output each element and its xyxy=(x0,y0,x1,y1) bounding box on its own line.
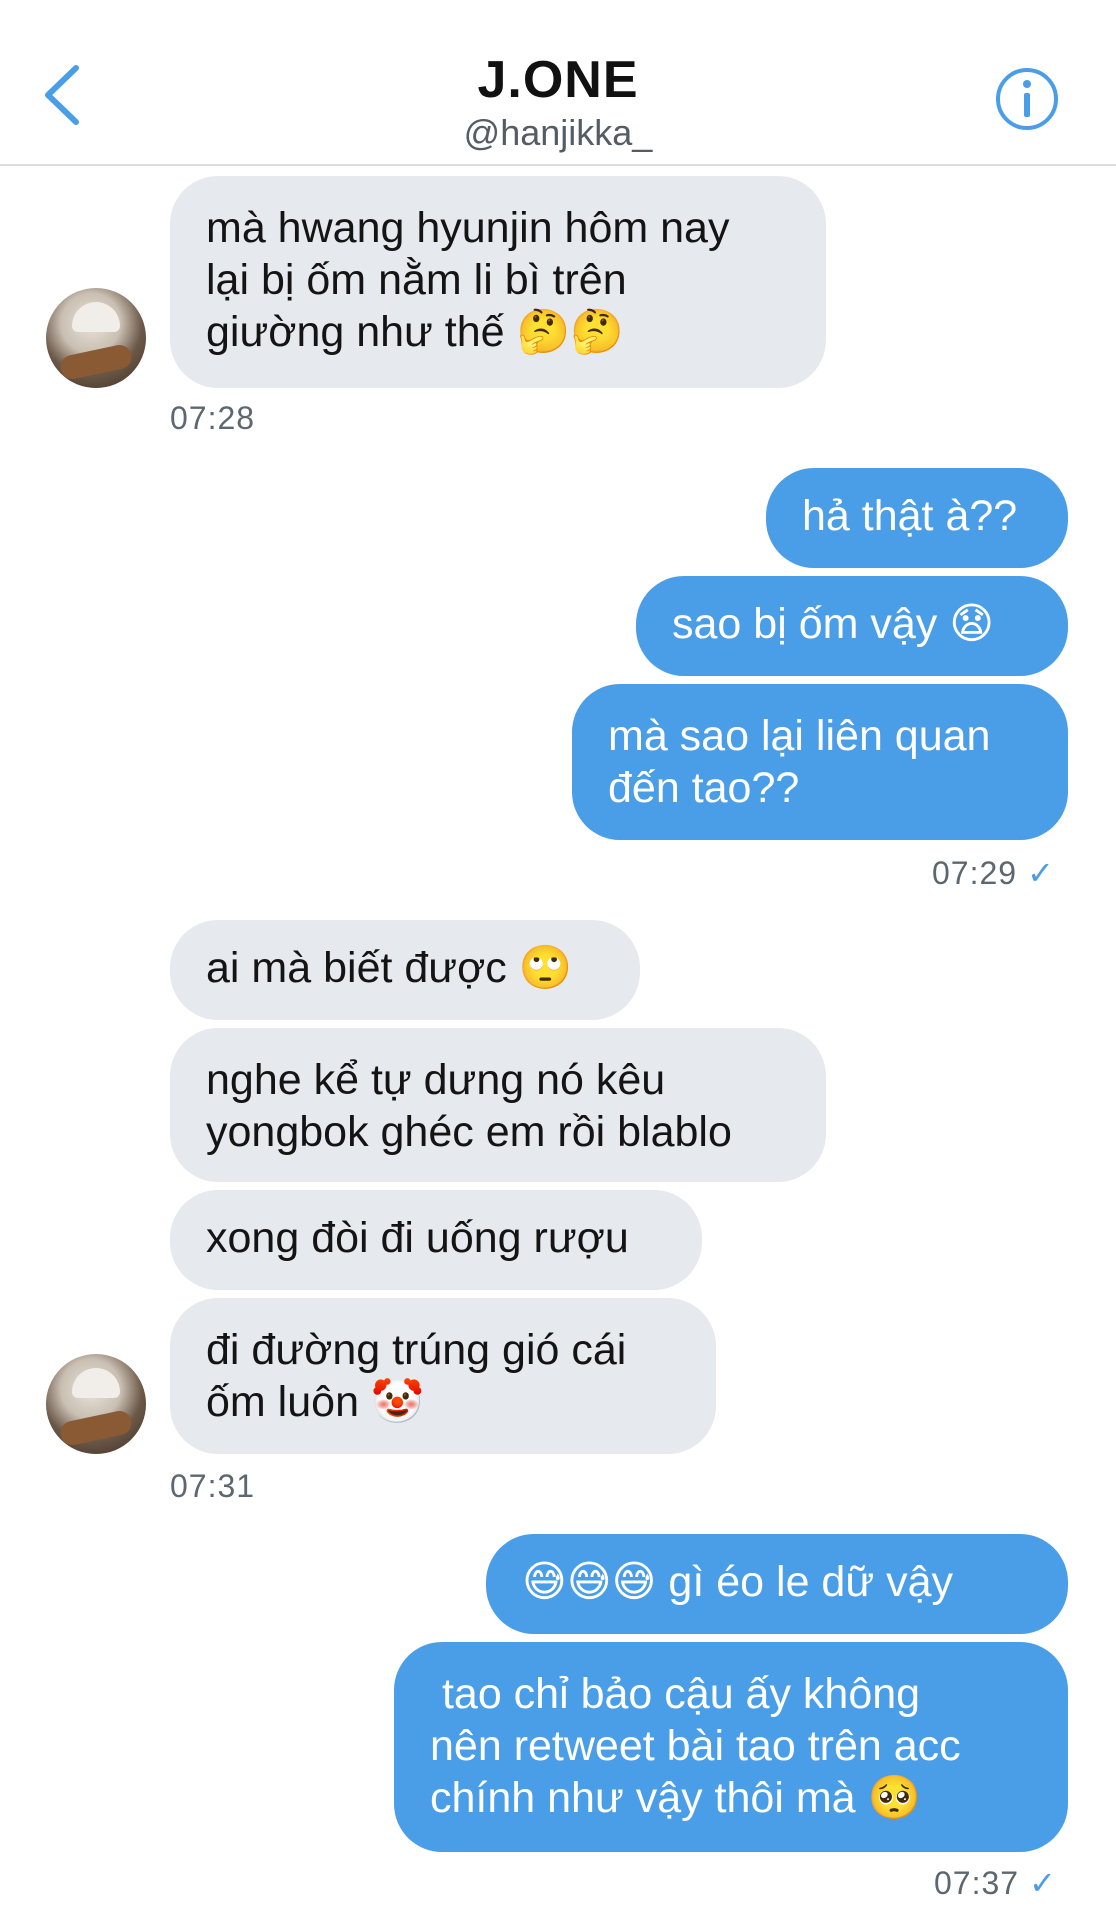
avatar[interactable] xyxy=(46,288,146,388)
outgoing-message[interactable]: sao bị ốm vậy 😧 xyxy=(636,576,1068,676)
incoming-message[interactable]: nghe kể tự dưng nó kêu yongbok ghéc em r… xyxy=(170,1028,826,1182)
timestamp: 07:29 ✓ xyxy=(932,855,1055,891)
outgoing-message[interactable]: mà sao lại liên quan đến tao?? xyxy=(572,684,1068,840)
timestamp: 07:28 xyxy=(170,400,256,436)
info-button[interactable] xyxy=(994,66,1060,132)
timestamp: 07:37 ✓ xyxy=(934,1865,1057,1901)
incoming-message[interactable]: ai mà biết được 🙄 xyxy=(170,920,640,1020)
outgoing-message[interactable]: tao chỉ bảo cậu ấy không nên retweet bài… xyxy=(394,1642,1068,1852)
incoming-message[interactable]: mà hwang hyunjin hôm nay lại bị ốm nằm l… xyxy=(170,176,826,388)
read-check-icon: ✓ xyxy=(1029,1865,1057,1901)
read-check-icon: ✓ xyxy=(1027,855,1055,891)
conversation-header: J.ONE @hanjikka_ xyxy=(0,0,1116,166)
contact-name: J.ONE xyxy=(477,51,639,109)
outgoing-message[interactable]: hả thật à?? xyxy=(766,468,1068,568)
outgoing-message[interactable]: 😅😅😅 gì éo le dữ vậy xyxy=(486,1534,1068,1634)
timestamp: 07:31 xyxy=(170,1468,256,1504)
info-icon xyxy=(996,68,1058,130)
contact-handle: @hanjikka_ xyxy=(463,112,653,153)
incoming-message[interactable]: xong đòi đi uống rượu xyxy=(170,1190,702,1290)
avatar[interactable] xyxy=(46,1354,146,1454)
incoming-message[interactable]: đi đường trúng gió cái ốm luôn 🤡 xyxy=(170,1298,716,1454)
